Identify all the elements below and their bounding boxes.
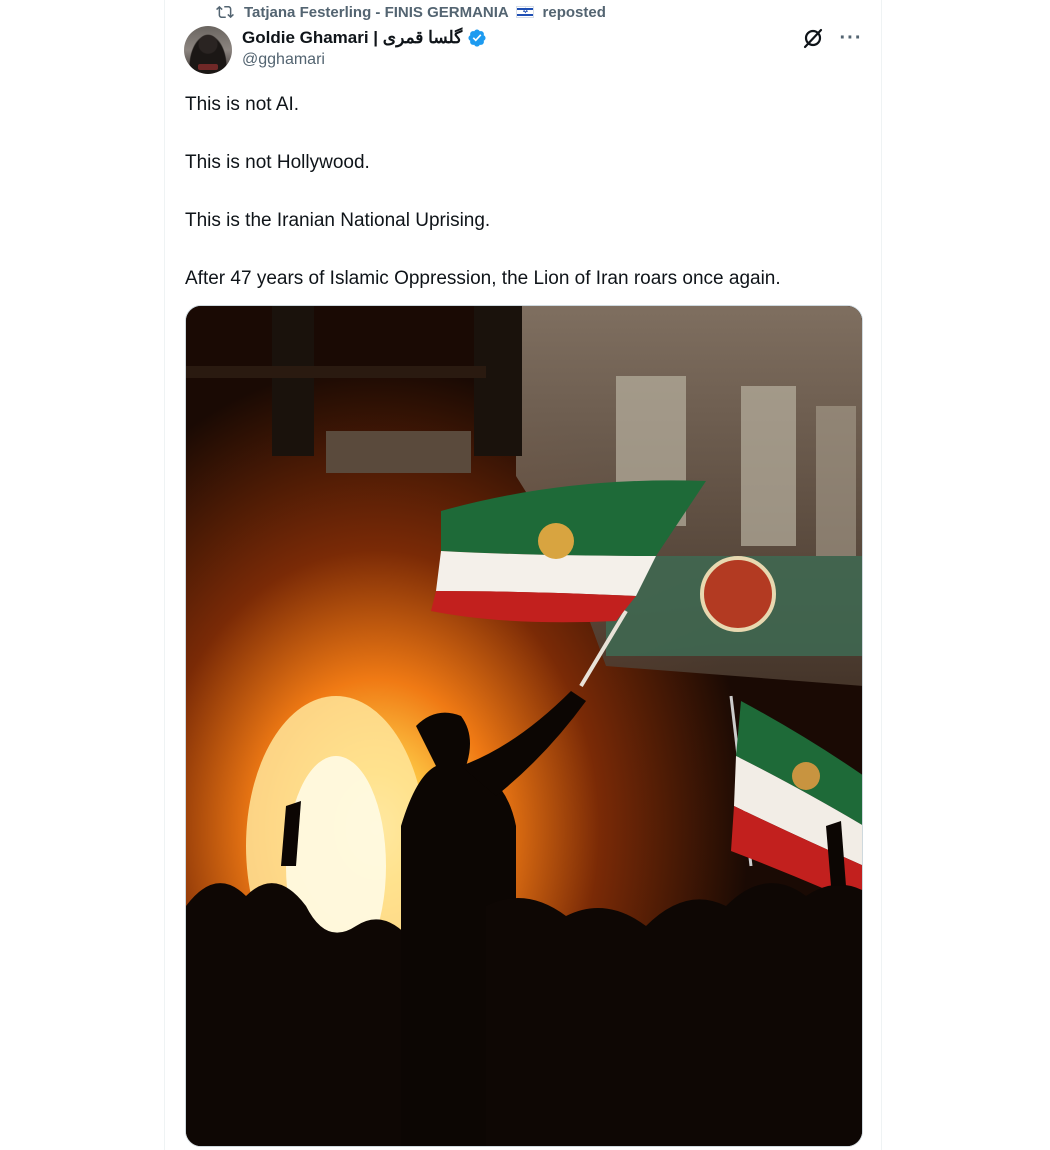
- tweet-line: This is not Hollywood.: [185, 152, 370, 173]
- verified-badge-icon[interactable]: [467, 28, 487, 48]
- author-handle[interactable]: @gghamari: [242, 51, 325, 69]
- repost-suffix: reposted: [542, 3, 606, 21]
- israel-flag-icon: ✡: [516, 5, 535, 18]
- protest-photo-illustration: [186, 306, 862, 1146]
- tweet-text: This is not AI. This is not Hollywood. T…: [185, 90, 865, 322]
- tweet-line: This is the Iranian National Uprising.: [185, 210, 491, 231]
- timeline-column: Tatjana Festerling - FINIS GERMANIA ✡ re…: [164, 0, 882, 1150]
- avatar[interactable]: [184, 26, 232, 74]
- grok-icon[interactable]: [801, 26, 825, 50]
- tweet-line: After 47 years of Islamic Oppression, th…: [185, 268, 781, 289]
- repost-indicator[interactable]: Tatjana Festerling - FINIS GERMANIA ✡ re…: [216, 2, 606, 22]
- tweet-photo[interactable]: [185, 305, 863, 1147]
- author-display-name[interactable]: Goldie Ghamari | گلسا قمری: [242, 28, 462, 48]
- reposter-name[interactable]: Tatjana Festerling - FINIS GERMANIA: [244, 4, 508, 21]
- more-icon[interactable]: ···: [839, 26, 863, 50]
- author-name-row: Goldie Ghamari | گلسا قمری: [242, 26, 487, 50]
- repost-icon: [216, 3, 234, 21]
- tweet-line: This is not AI.: [185, 94, 300, 115]
- tweet-actions-top: ···: [801, 26, 863, 50]
